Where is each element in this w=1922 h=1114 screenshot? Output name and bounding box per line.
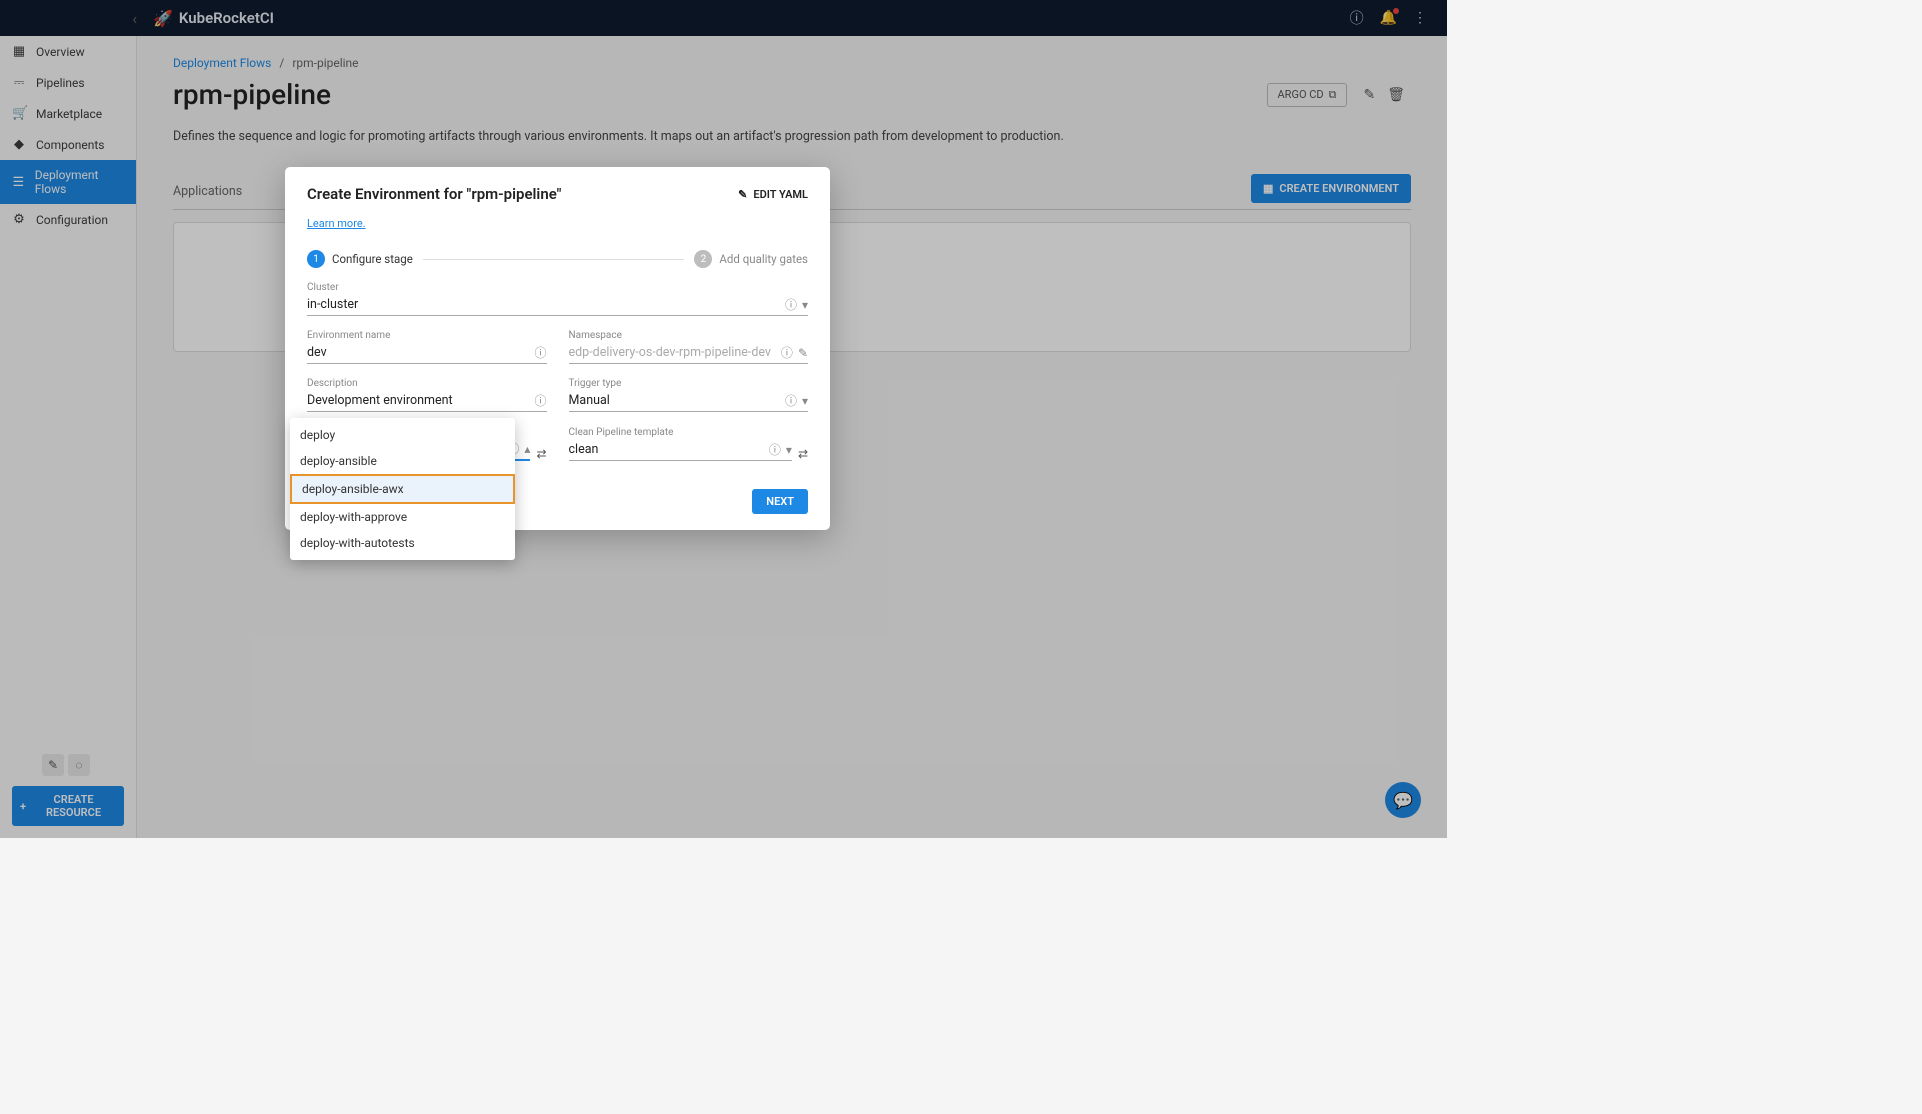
breadcrumb: Deployment Flows / rpm-pipeline (173, 56, 1411, 70)
next-button[interactable]: NEXT (752, 489, 808, 514)
info-icon[interactable]: ⓘ (785, 296, 797, 313)
info-icon[interactable]: ⓘ (534, 344, 546, 361)
dropdown-option[interactable]: deploy-with-autotests (290, 530, 515, 556)
rocket-icon: 🚀 (153, 9, 173, 28)
kebab-menu-icon[interactable]: ⋮ (1413, 10, 1427, 26)
env-name-input[interactable]: dev ⓘ (307, 341, 547, 364)
cluster-select[interactable]: in-cluster ⓘ ▾ (307, 293, 808, 316)
pipeline-link-icon[interactable]: ⇄ (798, 433, 808, 461)
cart-icon: 🛒 (12, 106, 26, 121)
create-environment-button[interactable]: ▦CREATE ENVIRONMENT (1251, 174, 1411, 203)
sidebar-item-marketplace[interactable]: 🛒 Marketplace (0, 98, 136, 129)
argo-cd-button[interactable]: ARGO CD⧉ (1267, 83, 1348, 107)
page-description: Defines the sequence and logic for promo… (173, 129, 1411, 144)
grid-icon: ▦ (1263, 182, 1273, 195)
step-configure-stage[interactable]: 1Configure stage (307, 250, 413, 268)
clean-template-select[interactable]: clean ⓘ ▾ (569, 438, 792, 461)
sidebar-item-label: Components (36, 138, 105, 152)
info-icon[interactable]: ⓘ (769, 441, 781, 458)
chevron-down-icon: ▾ (802, 298, 808, 312)
sidebar-item-label: Pipelines (36, 76, 85, 90)
gear-icon: ⚙ (12, 212, 26, 227)
app-logo[interactable]: 🚀 KubeRocketCI (153, 9, 274, 28)
tab-applications[interactable]: Applications (173, 176, 242, 207)
chat-fab[interactable]: 💬 (1385, 782, 1421, 818)
layers-icon: ◆ (12, 137, 26, 152)
stepper: 1Configure stage 2Add quality gates (307, 250, 808, 268)
sidebar-item-label: Marketplace (36, 107, 102, 121)
sidebar: ▦ Overview ⎓ Pipelines 🛒 Marketplace ◆ Compo… (0, 36, 137, 838)
sidebar-item-label: Overview (36, 45, 85, 59)
create-resource-button[interactable]: +CREATE RESOURCE (12, 786, 124, 826)
flow-icon: ☰ (12, 175, 25, 190)
sidebar-item-overview[interactable]: ▦ Overview (0, 36, 136, 67)
step-add-quality-gates[interactable]: 2Add quality gates (694, 250, 808, 268)
app-name: KubeRocketCI (179, 9, 274, 27)
trigger-select[interactable]: Manual ⓘ ▾ (569, 389, 809, 412)
breadcrumb-current: rpm-pipeline (292, 56, 358, 70)
cluster-label: Cluster (307, 282, 808, 293)
sidebar-collapse-button[interactable]: ‹ (12, 9, 147, 28)
dashboard-icon: ▦ (12, 44, 26, 59)
pencil-icon[interactable]: ✎ (798, 346, 808, 360)
page-title: rpm-pipeline (173, 78, 1267, 111)
external-link-icon: ⧉ (1329, 88, 1337, 102)
info-icon[interactable]: ⓘ (1350, 8, 1364, 28)
dropdown-option[interactable]: deploy-ansible (290, 448, 515, 474)
dropdown-option-selected[interactable]: deploy-ansible-awx (290, 474, 515, 504)
info-icon[interactable]: ⓘ (785, 392, 797, 409)
pipeline-icon: ⎓ (12, 75, 26, 90)
sidebar-item-deployment-flows[interactable]: ☰ Deployment Flows (0, 160, 136, 204)
learn-more-link[interactable]: Learn more. (307, 217, 808, 230)
info-icon[interactable]: ⓘ (781, 344, 793, 361)
edit-icon[interactable]: ✎ (1363, 87, 1375, 103)
dropdown-option[interactable]: deploy-with-approve (290, 504, 515, 530)
description-label: Description (307, 378, 547, 389)
deploy-template-dropdown: deploy deploy-ansible deploy-ansible-awx… (290, 418, 515, 560)
namespace-input[interactable]: edp-delivery-os-dev-rpm-pipeline-dev ⓘ ✎ (569, 341, 809, 364)
sidebar-item-configuration[interactable]: ⚙ Configuration (0, 204, 136, 235)
pipeline-link-icon[interactable]: ⇄ (536, 433, 546, 461)
namespace-label: Namespace (569, 330, 809, 341)
description-input[interactable]: Development environment ⓘ (307, 389, 547, 412)
trash-icon[interactable]: 🗑 (1387, 87, 1405, 103)
chat-icon: 💬 (1393, 791, 1413, 810)
env-name-label: Environment name (307, 330, 547, 341)
chevron-down-icon: ▾ (786, 443, 792, 457)
edit-yaml-button[interactable]: ✎EDIT YAML (738, 188, 808, 201)
pencil-icon: ✎ (738, 188, 747, 201)
chevron-down-icon: ▾ (802, 394, 808, 408)
sidebar-item-label: Deployment Flows (35, 168, 124, 196)
clean-template-label: Clean Pipeline template (569, 427, 792, 438)
sidebar-item-label: Configuration (36, 213, 108, 227)
theme-toggle-icon[interactable]: ✎ (42, 754, 64, 776)
sidebar-item-pipelines[interactable]: ⎓ Pipelines (0, 67, 136, 98)
breadcrumb-root[interactable]: Deployment Flows (173, 56, 271, 70)
topbar: ‹ 🚀 KubeRocketCI ⓘ 🔔 ⋮ (0, 0, 1447, 36)
modal-title: Create Environment for "rpm-pipeline" (307, 185, 738, 203)
settings-icon[interactable]: ◌ (68, 754, 90, 776)
chevron-up-icon: ▴ (524, 442, 530, 456)
plus-icon: + (20, 800, 26, 813)
info-icon[interactable]: ⓘ (534, 392, 546, 409)
bell-icon[interactable]: 🔔 (1380, 10, 1397, 26)
trigger-label: Trigger type (569, 378, 809, 389)
sidebar-item-components[interactable]: ◆ Components (0, 129, 136, 160)
dropdown-option[interactable]: deploy (290, 422, 515, 448)
